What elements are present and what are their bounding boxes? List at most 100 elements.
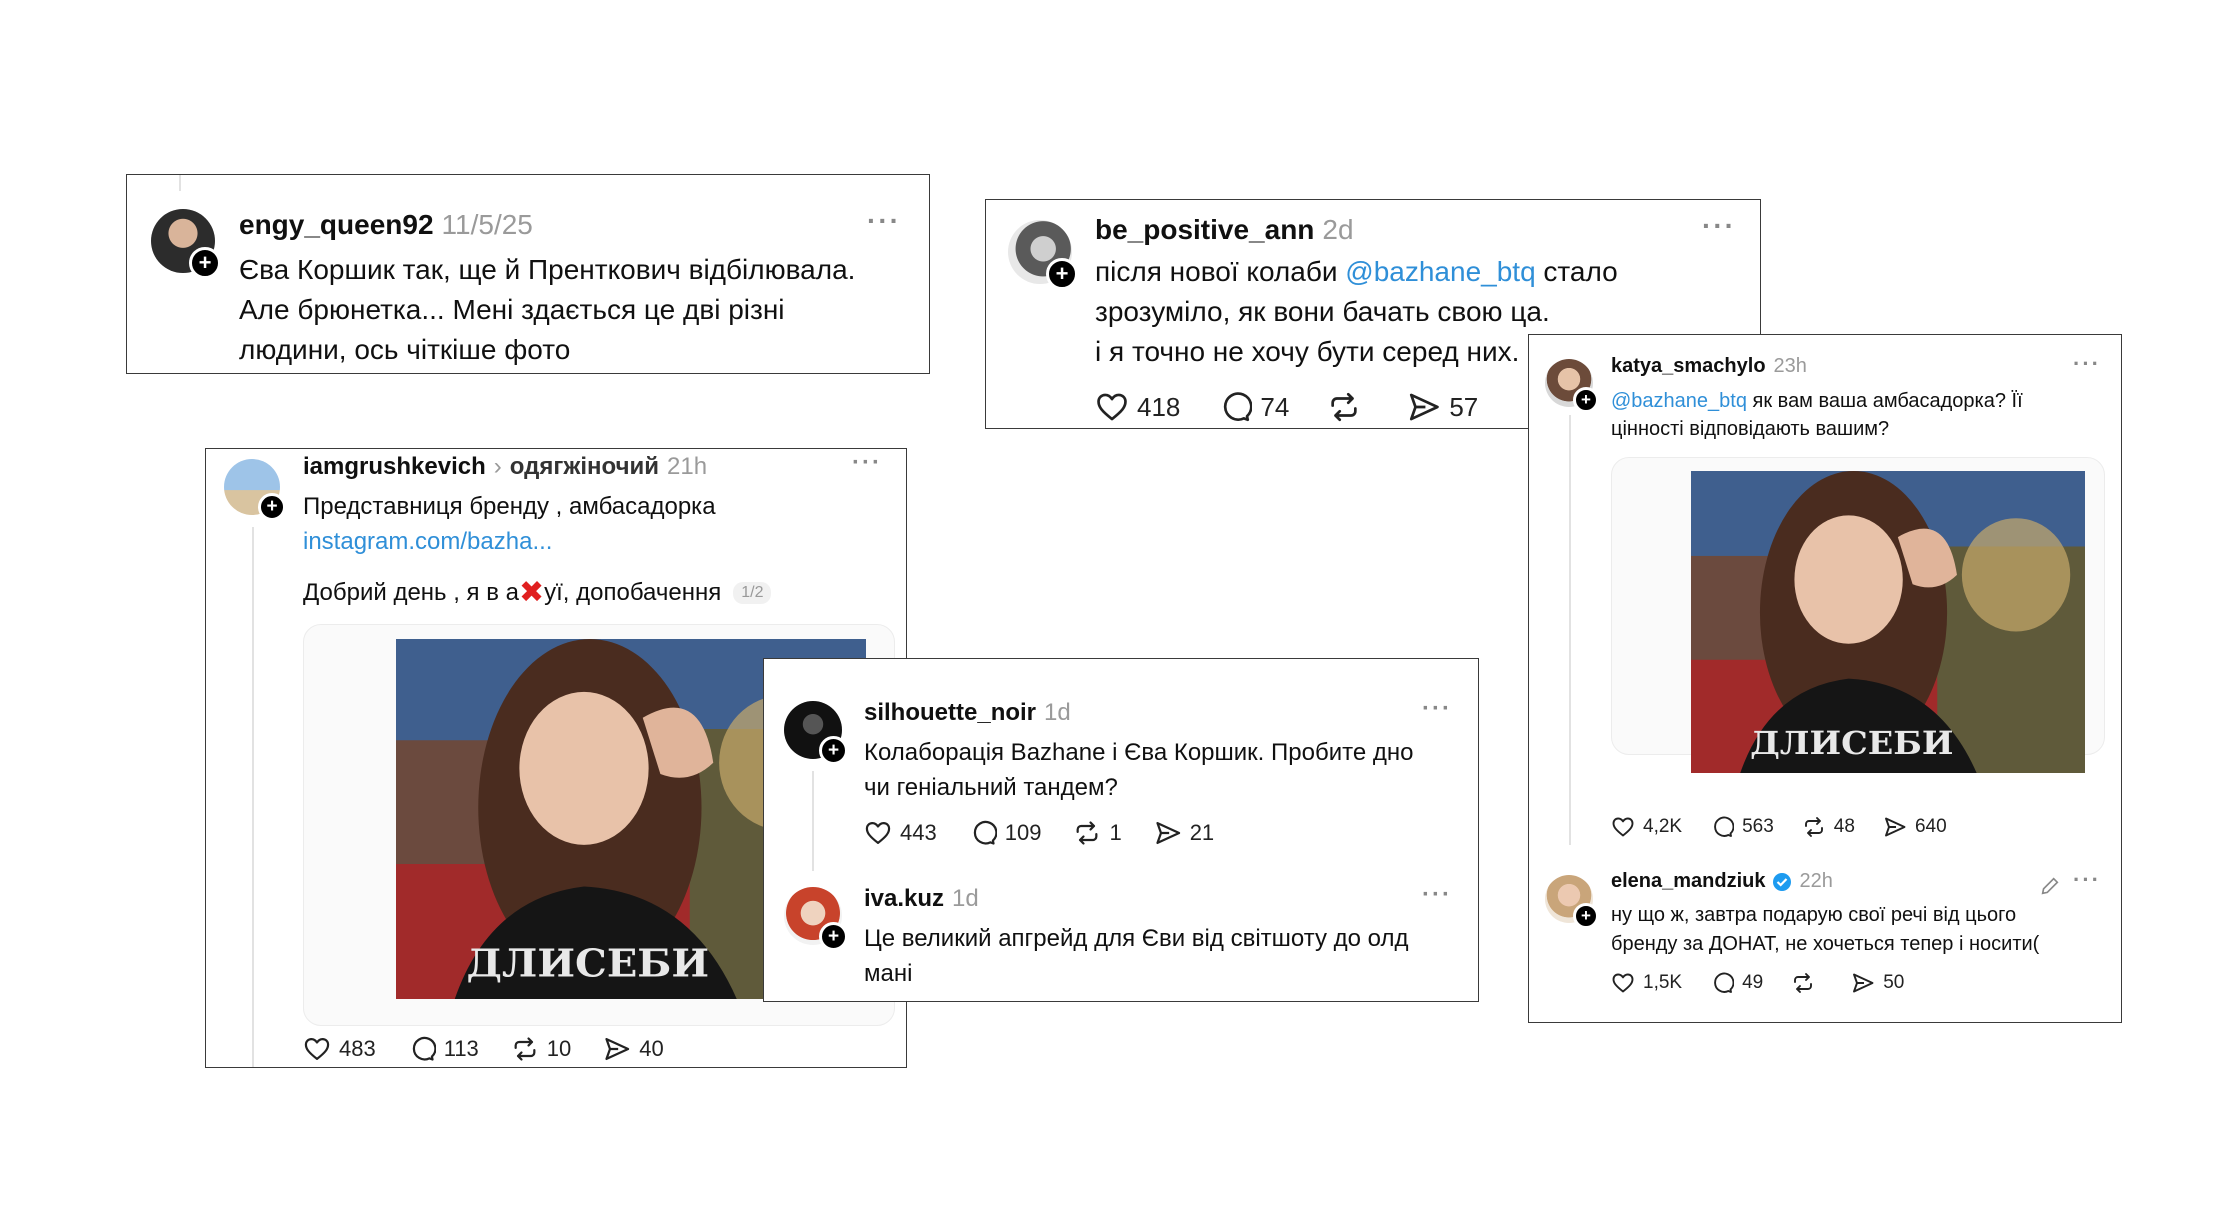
post-line: Добрий день , я в а	[303, 579, 519, 606]
reply-line: бренду за ДОНАТ, не хочеться тепер і нос…	[1611, 933, 2040, 955]
share-count: 40	[639, 1036, 664, 1061]
timestamp: 2d	[1322, 214, 1354, 245]
reply-avatar[interactable]: +	[1545, 875, 1599, 929]
repost-button[interactable]	[1327, 390, 1369, 424]
topic-tag[interactable]: одягжіночий	[510, 453, 659, 481]
timestamp: 11/5/25	[441, 209, 533, 240]
comment-icon	[1218, 390, 1252, 424]
edit-icon[interactable]	[2039, 875, 2061, 897]
username[interactable]: iamgrushkevich	[303, 453, 486, 481]
like-button[interactable]: 443	[864, 819, 937, 847]
share-icon	[1851, 971, 1875, 995]
post-card-silhouette-noir[interactable]: + silhouette_noir 1d ··· Колаборація Bazh…	[763, 658, 1479, 1002]
reply-button[interactable]: 113	[408, 1035, 479, 1063]
repost-icon	[1802, 815, 1826, 839]
reply-text: Це великий апгрейд для Єви від світшоту …	[864, 921, 1409, 991]
post-line: Але брюнетка... Мені здається це дві різ…	[239, 294, 785, 325]
more-dots-icon[interactable]: ···	[1702, 210, 1736, 242]
like-count: 1,5K	[1643, 972, 1683, 993]
post-line: людини, ось чіткіше фото	[239, 334, 571, 365]
reply-avatar[interactable]: +	[784, 887, 848, 951]
reply-button[interactable]: 74	[1218, 390, 1289, 424]
post-line: уї, допобачення	[544, 579, 722, 606]
post-line: як вам ваша амбасадорка? Її	[1746, 390, 2023, 412]
share-icon	[1407, 390, 1441, 424]
avatar[interactable]: +	[1008, 220, 1078, 290]
share-button[interactable]: 21	[1154, 819, 1214, 847]
username[interactable]: be_positive_ann	[1095, 214, 1314, 245]
repost-button[interactable]: 48	[1802, 815, 1855, 839]
share-icon	[1154, 819, 1182, 847]
share-icon	[603, 1035, 631, 1063]
like-button[interactable]: 4,2K	[1611, 815, 1682, 839]
instagram-link[interactable]: instagram.com/bazha...	[303, 524, 716, 559]
like-button[interactable]: 1,5K	[1611, 971, 1682, 995]
repost-button[interactable]: 10	[511, 1035, 571, 1063]
more-dots-icon[interactable]: ···	[1422, 695, 1452, 723]
share-button[interactable]: 640	[1883, 815, 1947, 839]
plus-icon[interactable]: +	[819, 922, 848, 951]
page-indicator: 1/2	[733, 582, 772, 604]
post-line: цінності відповідають вашим?	[1611, 418, 1890, 440]
username[interactable]: silhouette_noir	[864, 699, 1036, 726]
plus-icon[interactable]: +	[819, 736, 848, 765]
thread-line-top	[179, 175, 181, 191]
post-text: Представниця бренду , амбасадорка instag…	[303, 489, 716, 559]
comment-icon	[1710, 971, 1734, 995]
avatar[interactable]: +	[784, 701, 848, 765]
repost-icon	[1327, 390, 1361, 424]
post-card-katya-smachylo[interactable]: + katya_smachylo 23h ··· @bazhane_btq як …	[1528, 334, 2122, 1023]
avatar[interactable]: +	[1545, 359, 1599, 413]
share-icon	[1883, 815, 1907, 839]
reply-count: 74	[1260, 391, 1290, 422]
more-dots-icon[interactable]: ···	[1422, 881, 1452, 909]
more-dots-icon[interactable]: ···	[2073, 351, 2101, 377]
share-count: 50	[1883, 972, 1905, 993]
share-count: 57	[1449, 391, 1479, 422]
plus-icon[interactable]: +	[1573, 387, 1599, 413]
red-x-emoji-icon: ✖	[519, 576, 545, 609]
timestamp: 21h	[667, 453, 708, 480]
mention-link[interactable]: @bazhane_btq	[1611, 390, 1747, 412]
more-dots-icon[interactable]: ···	[2073, 867, 2101, 893]
more-dots-icon[interactable]: ···	[852, 449, 882, 477]
more-dots-icon[interactable]: ···	[867, 205, 901, 237]
plus-icon[interactable]: +	[189, 247, 221, 279]
heart-icon	[1611, 815, 1635, 839]
post-line: після нової колаби	[1095, 256, 1346, 287]
avatar[interactable]: +	[151, 209, 221, 279]
plus-icon[interactable]: +	[1573, 903, 1599, 929]
like-button[interactable]: 418	[1095, 390, 1180, 424]
reply-button[interactable]: 563	[1710, 815, 1774, 839]
reply-count: 113	[443, 1036, 479, 1061]
heart-icon	[864, 819, 892, 847]
like-count: 4,2K	[1643, 816, 1683, 837]
reply-text: ну що ж, завтра подарую свої речі від ць…	[1611, 901, 2039, 959]
reply-button[interactable]: 49	[1710, 971, 1763, 995]
repost-icon	[1791, 971, 1815, 995]
share-button[interactable]: 40	[603, 1035, 664, 1063]
share-button[interactable]: 50	[1851, 971, 1904, 995]
username[interactable]: katya_smachylo	[1611, 355, 1766, 377]
plus-icon[interactable]: +	[1046, 258, 1078, 290]
share-button[interactable]: 57	[1407, 390, 1478, 424]
repost-button[interactable]: 1	[1073, 819, 1122, 847]
thread-line	[252, 527, 254, 1067]
mention-link[interactable]: @bazhane_btq	[1345, 256, 1535, 287]
post-photo[interactable]	[1691, 471, 2085, 773]
post-card-engy-queen92[interactable]: + engy_queen92 11/5/25 ··· Єва Коршик так…	[126, 174, 930, 374]
post-text: @bazhane_btq як вам ваша амбасадорка? Її…	[1611, 387, 2023, 443]
avatar[interactable]: +	[224, 459, 286, 521]
timestamp: 1d	[1044, 699, 1071, 726]
post-line: зрозуміло, як вони бачать свою ца.	[1095, 296, 1550, 327]
username[interactable]: engy_queen92	[239, 209, 434, 240]
post-text: Єва Коршик так, ще й Пренткович відбілюв…	[239, 250, 855, 370]
like-button[interactable]: 483	[303, 1035, 376, 1063]
reply-username[interactable]: elena_mandziuk	[1611, 870, 1766, 893]
plus-icon[interactable]: +	[258, 493, 286, 521]
thread-line	[1569, 415, 1571, 845]
thread-line	[812, 771, 814, 871]
reply-button[interactable]: 109	[969, 819, 1041, 847]
reply-username[interactable]: iva.kuz	[864, 885, 944, 912]
repost-button[interactable]	[1791, 971, 1823, 995]
